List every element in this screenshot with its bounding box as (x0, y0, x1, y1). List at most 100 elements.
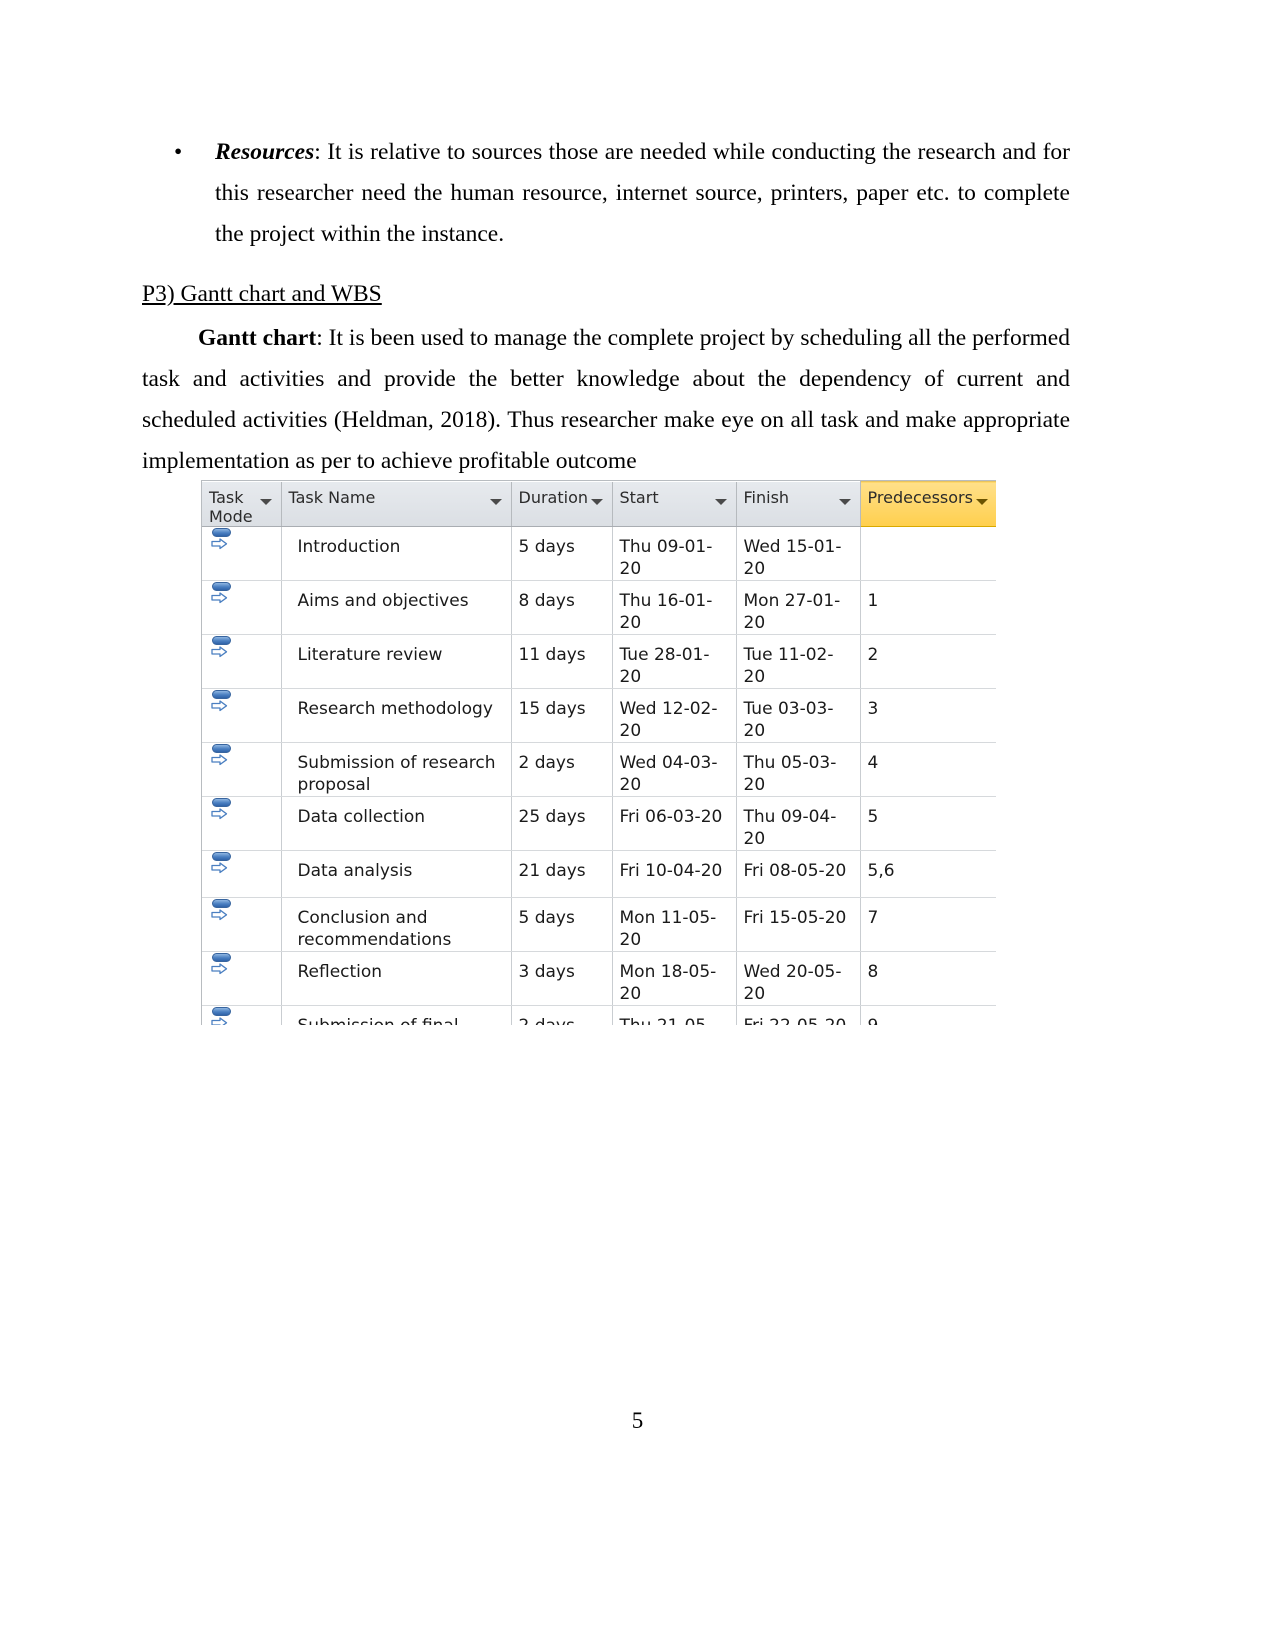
table-row[interactable]: Literature review 11 days Tue 28-01-20 Tue … (202, 634, 996, 689)
column-header-duration[interactable]: Duration (511, 481, 613, 527)
auto-scheduled-arrow (211, 963, 228, 975)
cell-task-mode[interactable] (202, 688, 282, 743)
cell-start[interactable]: Tue 28-01-20 (612, 634, 737, 689)
auto-scheduled-arrow (211, 909, 228, 921)
cell-task-mode[interactable] (202, 796, 282, 851)
cell-finish[interactable]: Fri 08-05-20 (736, 850, 861, 898)
cell-predecessors[interactable]: 4 (860, 742, 996, 797)
cell-task-name[interactable]: Introduction (281, 526, 512, 581)
filter-dropdown-icon[interactable] (714, 498, 727, 505)
cell-start[interactable]: Thu 09-01-20 (612, 526, 737, 581)
table-row[interactable]: Reflection 3 days Mon 18-05-20 Wed 20-05-20… (202, 951, 996, 1006)
cell-finish[interactable]: Wed 20-05-20 (736, 951, 861, 1006)
cell-start[interactable]: Fri 06-03-20 (612, 796, 737, 851)
cell-task-mode[interactable] (202, 742, 282, 797)
auto-scheduled-bar (212, 690, 231, 699)
cell-predecessors[interactable]: 5 (860, 796, 996, 851)
cell-predecessors[interactable]: 5,6 (860, 850, 996, 898)
cell-task-name[interactable]: Reflection (281, 951, 512, 1006)
cell-finish[interactable]: Thu 05-03-20 (736, 742, 861, 797)
bullet-term: Resources (215, 139, 315, 165)
cell-task-mode[interactable] (202, 1005, 282, 1025)
gantt-task-table: Task Mode Task Name Duration Start Finis… (201, 480, 996, 1025)
filter-dropdown-icon[interactable] (590, 498, 603, 505)
cell-finish[interactable]: Fri 15-05-20 (736, 897, 861, 952)
table-row[interactable]: Research methodology 15 days Wed 12-02-20 T… (202, 688, 996, 743)
table-row[interactable]: Submission of final research report2 day… (202, 1005, 996, 1025)
cell-start-text: Thu 21-05-20 (613, 1006, 736, 1025)
cell-task-mode[interactable] (202, 897, 282, 952)
cell-duration-text: 11 days (518, 645, 586, 665)
bullet-marker: • (174, 139, 183, 165)
cell-task-name-text: Submission of research proposal (297, 753, 496, 795)
column-header-predecessors[interactable]: Predecessors (859, 481, 996, 527)
cell-duration[interactable]: 2 days (511, 742, 613, 797)
cell-predecessors[interactable]: 7 (860, 897, 996, 952)
cell-task-name[interactable]: Research methodology (281, 688, 512, 743)
cell-predecessors[interactable]: 2 (860, 634, 996, 689)
cell-start[interactable]: Wed 04-03-20 (612, 742, 737, 797)
cell-start[interactable]: Thu 21-05-20 (612, 1005, 737, 1025)
column-header-task-name[interactable]: Task Name (281, 481, 512, 527)
cell-duration[interactable]: 2 days (511, 1005, 613, 1025)
cell-task-mode[interactable] (202, 850, 282, 898)
column-header-finish[interactable]: Finish (736, 481, 861, 527)
filter-dropdown-icon[interactable] (489, 498, 502, 505)
cell-finish[interactable]: Wed 15-01-20 (736, 526, 861, 581)
cell-task-name[interactable]: Aims and objectives (281, 580, 512, 635)
cell-start-text: Fri 06-03-20 (619, 807, 723, 827)
cell-predecessors[interactable]: 1 (860, 580, 996, 635)
cell-finish[interactable]: Fri 22-05-20 (736, 1005, 861, 1025)
cell-duration[interactable]: 8 days (511, 580, 613, 635)
cell-predecessors[interactable]: 9 (860, 1005, 996, 1025)
filter-dropdown-icon[interactable] (975, 499, 988, 505)
cell-duration[interactable]: 5 days (511, 526, 613, 581)
section-heading: P3) Gantt chart and WBS (142, 274, 1070, 315)
column-header-task-mode[interactable]: Task Mode (202, 481, 282, 527)
table-row[interactable]: Data analysis 21 days Fri 10-04-20 Fri 08-0… (202, 850, 996, 898)
cell-duration[interactable]: 25 days (511, 796, 613, 851)
table-row[interactable]: Submission of research proposal 2 days Wed… (202, 742, 996, 797)
cell-start[interactable]: Fri 10-04-20 (612, 850, 737, 898)
filter-dropdown-icon[interactable] (838, 498, 851, 505)
cell-finish[interactable]: Thu 09-04-20 (736, 796, 861, 851)
cell-predecessors[interactable] (860, 526, 996, 581)
cell-duration[interactable]: 15 days (511, 688, 613, 743)
cell-duration-text: 5 days (518, 537, 575, 557)
cell-task-name[interactable]: Submission of research proposal (281, 742, 512, 797)
column-header-start[interactable]: Start (612, 481, 737, 527)
cell-start-text: Tue 28-01-20 (619, 645, 710, 687)
cell-task-mode[interactable] (202, 634, 282, 689)
cell-task-mode[interactable] (202, 951, 282, 1006)
cell-task-mode[interactable] (202, 580, 282, 635)
table-row[interactable]: Conclusion and recommendations 5 days Mon … (202, 897, 996, 952)
table-row[interactable]: Introduction 5 days Thu 09-01-20 Wed 15-01-… (202, 526, 996, 581)
auto-scheduled-bar (212, 953, 231, 962)
cell-duration-text: 25 days (518, 807, 586, 827)
page-number: 5 (631, 1408, 644, 1433)
cell-duration[interactable]: 3 days (511, 951, 613, 1006)
cell-duration[interactable]: 5 days (511, 897, 613, 952)
cell-task-name[interactable]: Submission of final research report (281, 1005, 512, 1025)
cell-start[interactable]: Thu 16-01-20 (612, 580, 737, 635)
cell-duration[interactable]: 21 days (511, 850, 613, 898)
cell-duration[interactable]: 11 days (511, 634, 613, 689)
cell-finish-text: Mon 27-01-20 (743, 591, 841, 633)
cell-finish[interactable]: Tue 03-03-20 (736, 688, 861, 743)
table-row[interactable]: Aims and objectives 8 days Thu 16-01-20 Mon… (202, 580, 996, 635)
cell-task-mode[interactable] (202, 526, 282, 581)
cell-start[interactable]: Mon 18-05-20 (612, 951, 737, 1006)
cell-predecessors[interactable]: 8 (860, 951, 996, 1006)
cell-task-name[interactable]: Data analysis (281, 850, 512, 898)
cell-start-text: Thu 09-01-20 (619, 537, 713, 579)
cell-finish[interactable]: Tue 11-02-20 (736, 634, 861, 689)
cell-start[interactable]: Mon 11-05-20 (612, 897, 737, 952)
cell-finish[interactable]: Mon 27-01-20 (736, 580, 861, 635)
cell-task-name[interactable]: Conclusion and recommendations (281, 897, 512, 952)
table-row[interactable]: Data collection 25 days Fri 06-03-20 Thu 09… (202, 796, 996, 851)
cell-start[interactable]: Wed 12-02-20 (612, 688, 737, 743)
cell-task-name[interactable]: Literature review (281, 634, 512, 689)
filter-dropdown-icon[interactable] (259, 498, 272, 505)
cell-task-name[interactable]: Data collection (281, 796, 512, 851)
cell-predecessors[interactable]: 3 (860, 688, 996, 743)
